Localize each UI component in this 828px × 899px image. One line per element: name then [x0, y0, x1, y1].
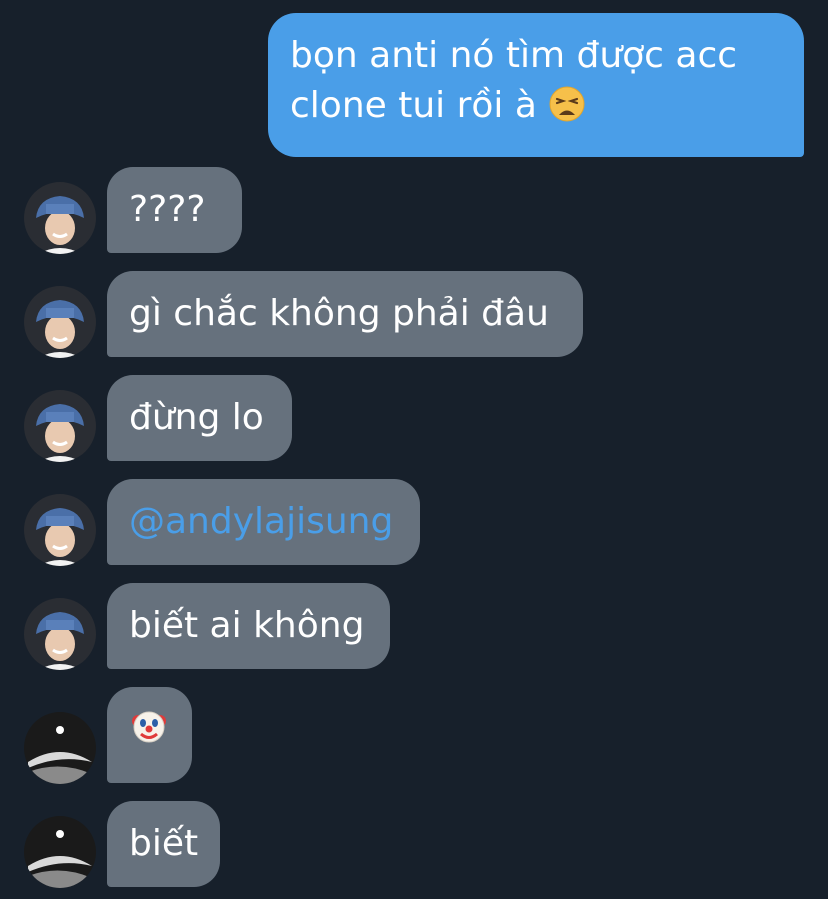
clown-face-emoji-icon: [129, 709, 169, 750]
sent-message-bubble[interactable]: bọn anti nó tìm được acc clone tui rồi à: [268, 13, 804, 157]
received-message-text: đừng lo: [129, 397, 264, 438]
received-message-bubble[interactable]: đừng lo: [107, 375, 292, 461]
sender-avatar[interactable]: [24, 182, 96, 254]
received-message-text: gì chắc không phải đâu: [129, 293, 549, 334]
received-message-bubble[interactable]: [107, 687, 192, 783]
received-message-bubble[interactable]: gì chắc không phải đâu: [107, 271, 583, 357]
received-message-text: biết ai không: [129, 605, 365, 646]
sent-message-text: bọn anti nó tìm được acc clone tui rồi à: [290, 35, 738, 126]
received-message-bubble[interactable]: biết ai không: [107, 583, 390, 669]
sender-avatar[interactable]: [24, 598, 96, 670]
received-message-bubble[interactable]: @andylajisung: [107, 479, 420, 565]
sender-avatar[interactable]: [24, 286, 96, 358]
mention-link[interactable]: @andylajisung: [129, 501, 393, 542]
received-message-text: ????: [129, 189, 206, 230]
tired-face-emoji-icon: [548, 85, 586, 126]
sender-avatar[interactable]: [24, 494, 96, 566]
received-message-text: biết: [129, 823, 199, 864]
sender-avatar[interactable]: [24, 390, 96, 462]
sender-avatar[interactable]: [24, 816, 96, 888]
received-message-bubble[interactable]: biết: [107, 801, 220, 887]
received-message-bubble[interactable]: ????: [107, 167, 242, 253]
sender-avatar[interactable]: [24, 712, 96, 784]
